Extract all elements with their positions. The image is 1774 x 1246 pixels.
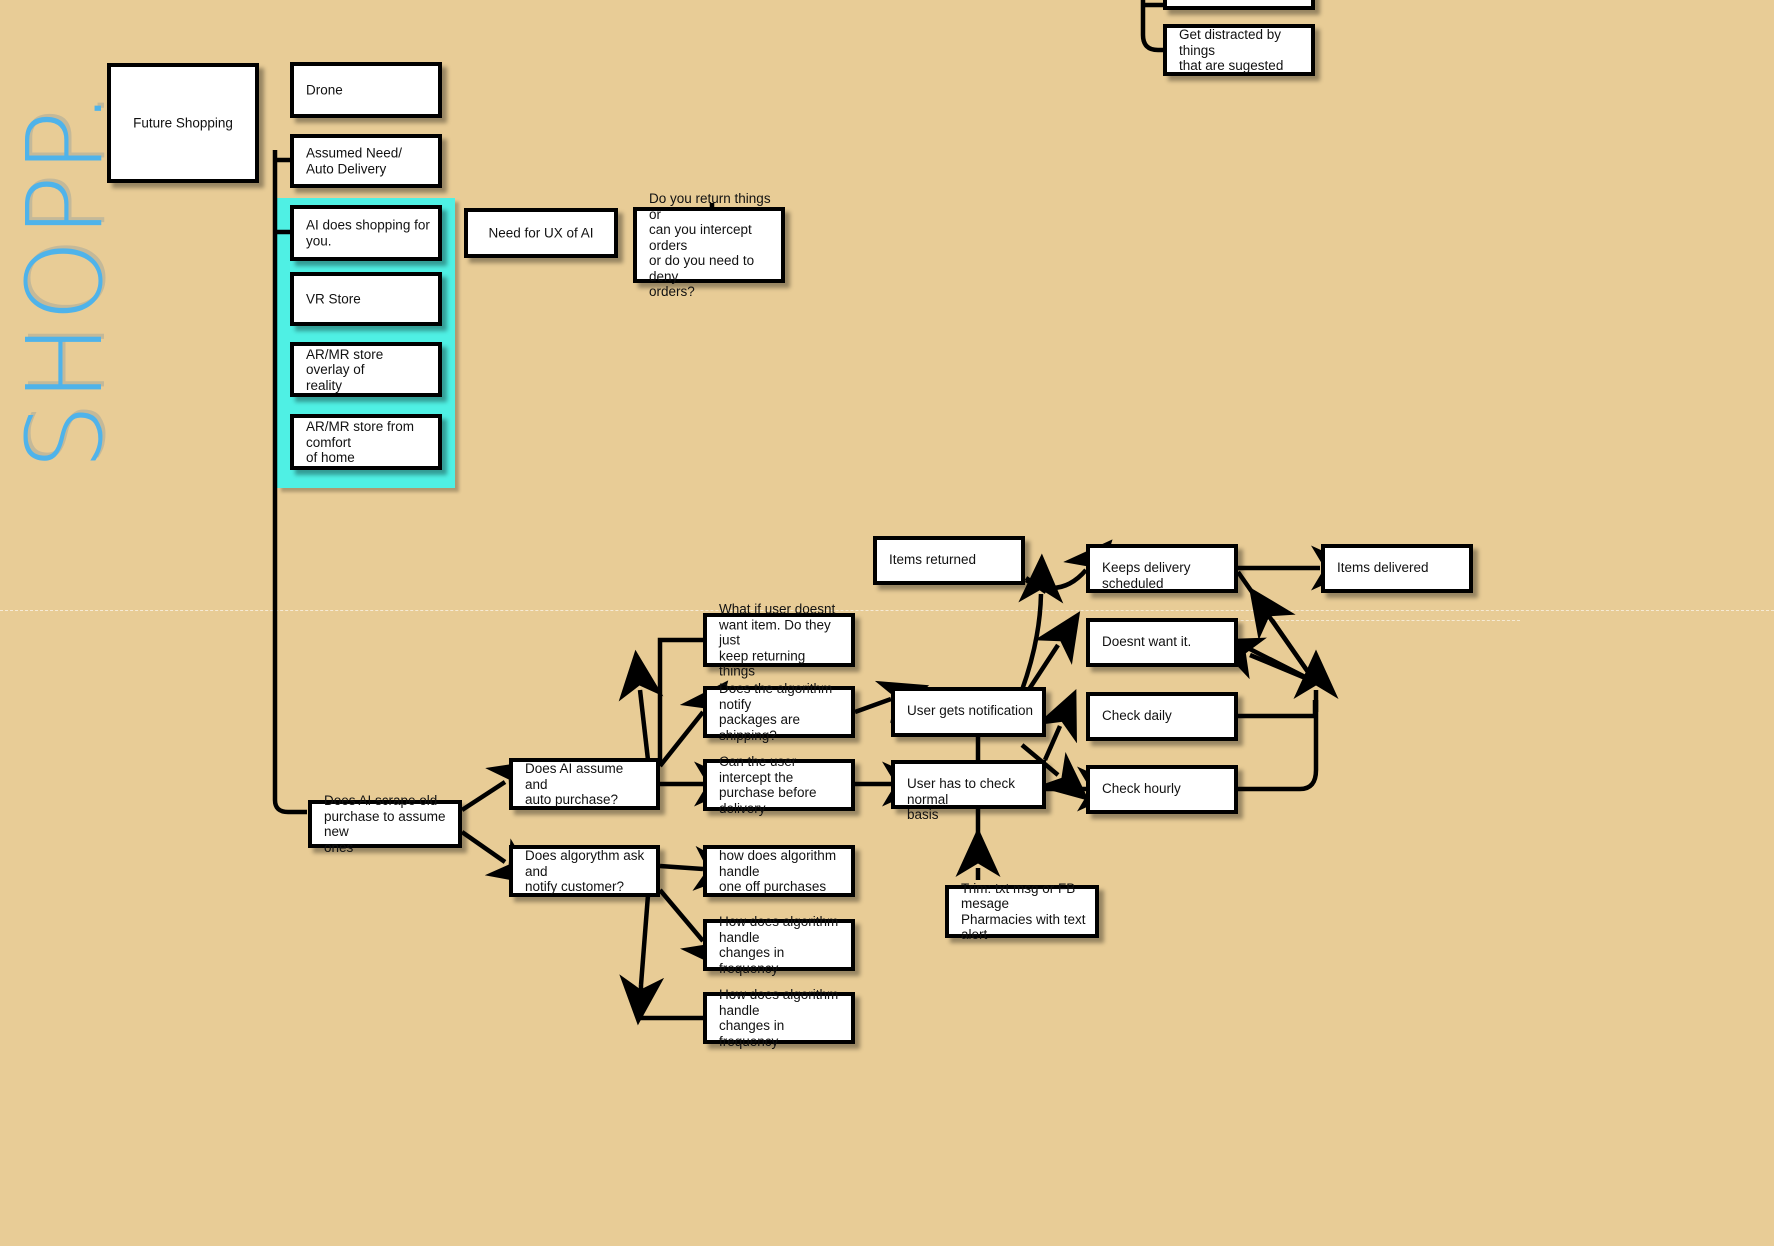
node-user-gets-notification[interactable]: User gets notification xyxy=(891,687,1046,737)
node-label: Does AI scrape old purchase to assume ne… xyxy=(324,793,446,855)
node-label: Get distracted by things that are sugest… xyxy=(1179,26,1284,73)
node-label: Does the algorithm notify packages are s… xyxy=(719,681,833,743)
node-get-distracted-by-things-suggested[interactable]: Get distracted by things that are sugest… xyxy=(1163,24,1315,76)
node-how-does-algorithm-handle-changes-in-frequency-2[interactable]: How does algorithm handle changes in fre… xyxy=(703,987,855,1049)
node-label: How does algorithm handle changes in fre… xyxy=(719,914,839,976)
node-label: Assumed Need/ Auto Delivery xyxy=(306,145,403,177)
node-what-if-user-doesnt-want-item[interactable]: What if user doesnt want item. Do they j… xyxy=(703,601,855,678)
node-label: Drone xyxy=(306,82,343,98)
node-need-for-ux-of-ai[interactable]: Need for UX of AI xyxy=(464,208,618,258)
node-label: AR/MR store overlay of reality xyxy=(306,346,384,393)
node-items-returned[interactable]: Items returned xyxy=(873,536,1025,585)
node-do-you-return-things[interactable]: Do you return things or can you intercep… xyxy=(633,191,785,299)
node-label: AI does shopping for you. xyxy=(306,217,430,249)
node-vr-store[interactable]: VR Store xyxy=(290,272,442,326)
node-label: How does algorithm handle changes in fre… xyxy=(719,987,839,1049)
node-label: VR Store xyxy=(306,291,361,307)
node-label: User has to check normal basis xyxy=(907,776,1016,822)
node-doesnt-want-it[interactable]: Doesnt want it. xyxy=(1086,618,1238,667)
node-label: Check daily xyxy=(1102,708,1172,723)
node-does-ai-assume-and-auto-purchase[interactable]: Does AI assume and auto purchase? xyxy=(509,758,660,810)
node-label: Items returned xyxy=(889,552,977,567)
node-label: Items delivered xyxy=(1337,560,1429,575)
node-can-the-user-intercept-the-purchase[interactable]: Can the user intercept the purchase befo… xyxy=(703,754,855,816)
node-trim-text-alert[interactable]: Trim: txt msg or FB mesage Pharmacies wi… xyxy=(945,881,1099,942)
node-label: Trim: txt msg or FB mesage Pharmacies wi… xyxy=(961,880,1086,943)
node-items-delivered[interactable]: Items delivered xyxy=(1321,544,1473,593)
node-check-hourly[interactable]: Check hourly xyxy=(1086,765,1238,814)
node-label: Future Shopping xyxy=(133,115,233,131)
node-label: Need for UX of AI xyxy=(488,225,594,241)
node-label: Doesnt want it. xyxy=(1102,634,1192,649)
node-label: What if user doesnt want item. Do they j… xyxy=(719,601,836,679)
node-ai-does-shopping-for-you[interactable]: AI does shopping for you. xyxy=(290,205,442,261)
node-clipped-top-right[interactable] xyxy=(1163,0,1315,10)
node-label: AR/MR store from comfort of home xyxy=(306,418,415,465)
node-ar-mr-store-from-comfort-of-home[interactable]: AR/MR store from comfort of home xyxy=(290,414,442,470)
node-label: User gets notification xyxy=(907,703,1034,718)
connector-layer xyxy=(272,0,1361,1026)
node-label: Do you return things or can you intercep… xyxy=(649,190,771,299)
node-label: how does algorithm handle one off purcha… xyxy=(719,847,837,894)
node-future-shopping[interactable]: Future Shopping xyxy=(107,63,259,183)
node-does-algorythm-ask-and-notify-customer[interactable]: Does algorythm ask and notify customer? xyxy=(509,845,660,897)
node-user-has-to-check-normal-basis[interactable]: User has to check normal basis xyxy=(891,760,1046,822)
node-drone[interactable]: Drone xyxy=(290,62,442,118)
node-how-does-algorithm-handle-one-off-purchases[interactable]: how does algorithm handle one off purcha… xyxy=(703,845,855,897)
node-label: Check hourly xyxy=(1102,781,1181,796)
node-label: Keeps delivery scheduled xyxy=(1102,560,1191,591)
node-check-daily[interactable]: Check daily xyxy=(1086,692,1238,741)
node-ar-mr-store-overlay-of-reality[interactable]: AR/MR store overlay of reality xyxy=(290,342,442,397)
node-does-ai-scrape-old-purchase[interactable]: Does AI scrape old purchase to assume ne… xyxy=(308,793,462,855)
node-label: Does algorythm ask and notify customer? xyxy=(525,847,645,894)
diagram-canvas: SHOPP. Future Shopping Drone Assumed Nee… xyxy=(0,0,1774,1246)
node-assumed-need-auto-delivery[interactable]: Assumed Need/ Auto Delivery xyxy=(290,134,442,188)
node-label: Does AI assume and auto purchase? xyxy=(525,760,624,807)
node-label: Can the user intercept the purchase befo… xyxy=(719,754,817,816)
node-does-the-algorithm-notify-packages-shipping[interactable]: Does the algorithm notify packages are s… xyxy=(703,681,855,743)
node-how-does-algorithm-handle-changes-in-frequency-1[interactable]: How does algorithm handle changes in fre… xyxy=(703,914,855,976)
node-keeps-delivery-scheduled[interactable]: Keeps delivery scheduled xyxy=(1086,544,1238,593)
